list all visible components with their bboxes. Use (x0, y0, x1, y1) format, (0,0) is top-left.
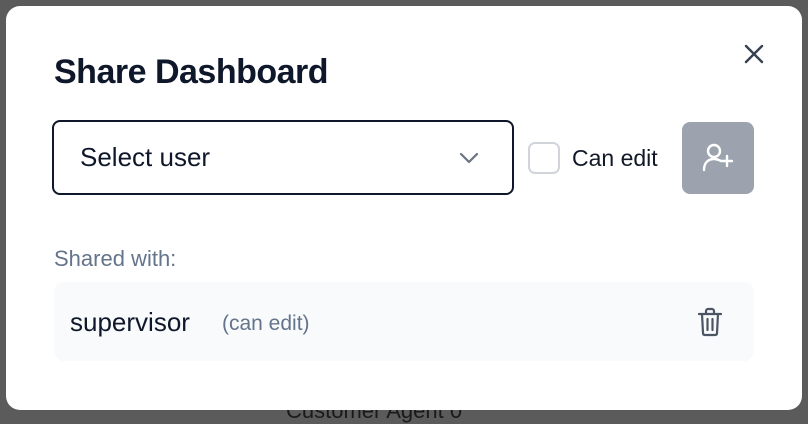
can-edit-label[interactable]: Can edit (572, 145, 658, 172)
user-select-value: Select user (80, 142, 211, 172)
user-plus-icon (702, 143, 734, 172)
dialog-title: Share Dashboard (54, 53, 329, 91)
shared-user-name: supervisor (70, 307, 190, 337)
close-icon (744, 44, 764, 64)
shared-user-permission: (can edit) (222, 312, 310, 335)
shared-user-row: supervisor (can edit) (54, 282, 754, 361)
trash-icon (697, 307, 723, 337)
share-dashboard-dialog: Share Dashboard Select user Can edit Sha… (6, 6, 802, 410)
can-edit-checkbox[interactable] (528, 142, 560, 174)
chevron-down-icon (459, 152, 479, 164)
user-select[interactable]: Select user (52, 120, 514, 195)
add-user-button[interactable] (682, 122, 754, 194)
shared-with-label: Shared with: (54, 246, 177, 271)
close-button[interactable] (740, 40, 768, 68)
remove-share-button[interactable] (694, 306, 726, 338)
